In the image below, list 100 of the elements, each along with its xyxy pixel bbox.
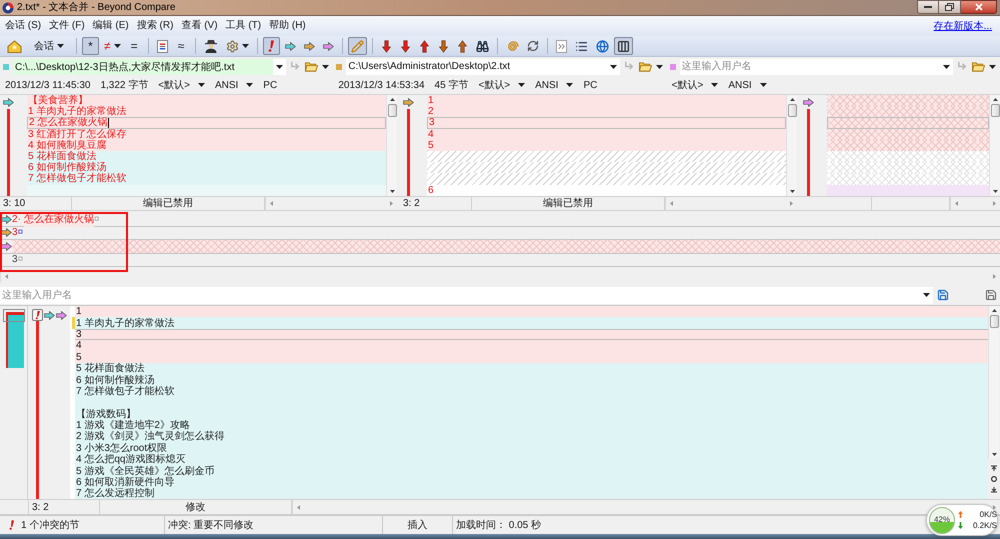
gear-icon[interactable] — [226, 40, 239, 52]
overview-map[interactable] — [3, 309, 25, 369]
caret-down-icon[interactable] — [566, 83, 574, 87]
caret-down-icon[interactable] — [198, 83, 205, 87]
toolbar-button[interactable]: 会话 — [27, 37, 71, 55]
vertical-scrollbar[interactable] — [786, 95, 797, 196]
format-dropdown[interactable]: <默认> — [158, 78, 205, 92]
line-number: 3 — [12, 253, 18, 268]
menu-item[interactable]: 会话 (S) — [3, 20, 44, 32]
toolbar-button[interactable]: = — [126, 37, 143, 55]
menu-item[interactable]: 帮助 (H) — [267, 20, 308, 32]
line-text: 7 怎么发远程控制 — [76, 488, 154, 499]
line-text: 4 怎么把qq游戏图标熄灭 — [76, 454, 186, 466]
scroll-down-icon[interactable] — [992, 453, 996, 456]
house-icon[interactable] — [7, 40, 22, 52]
menu-item[interactable]: 工具 (T) — [224, 20, 264, 32]
caret-down-icon[interactable] — [242, 44, 249, 48]
menu-item[interactable]: 查看 (V) — [179, 20, 220, 32]
scroll-thumb[interactable] — [388, 104, 396, 117]
arrow-right-icon — [56, 310, 67, 320]
list-icon[interactable] — [574, 40, 588, 52]
circle-icon[interactable] — [991, 476, 997, 482]
dropdown-button[interactable] — [273, 58, 286, 74]
scroll-up-icon[interactable] — [992, 309, 996, 312]
scroll-thumb[interactable] — [990, 104, 1000, 117]
scroll-thumb[interactable] — [990, 315, 998, 328]
close-icon[interactable] — [974, 3, 982, 11]
double-chevron-icon[interactable] — [556, 40, 567, 52]
dropdown-button[interactable] — [940, 58, 953, 74]
output-path-field[interactable]: 这里输入用户名 — [0, 286, 920, 304]
globe-icon[interactable] — [596, 40, 609, 52]
caret-down-icon[interactable] — [711, 83, 718, 87]
path-field[interactable]: 这里输入用户名 — [680, 58, 940, 74]
file-size: 1,322 字节 — [100, 78, 148, 92]
nav-up-icon[interactable] — [991, 465, 997, 471]
folder-icon[interactable] — [972, 61, 985, 72]
columns-icon[interactable] — [616, 40, 630, 52]
scroll-right-icon[interactable] — [993, 504, 996, 510]
caret-down-icon[interactable] — [322, 64, 330, 68]
caret-down-icon[interactable] — [276, 64, 284, 68]
binoculars-icon[interactable] — [476, 40, 489, 52]
scroll-down-icon[interactable] — [992, 190, 998, 193]
format-dropdown[interactable]: <默认> — [672, 78, 718, 92]
restore-button[interactable] — [939, 0, 961, 14]
minimize-button[interactable] — [917, 0, 939, 14]
caret-down-icon[interactable] — [989, 64, 996, 68]
path-field[interactable]: C:\Users\Administrator\Desktop\2.txt — [346, 58, 607, 74]
encoding-dropdown[interactable]: ANSI — [728, 78, 767, 92]
scroll-up-icon[interactable] — [992, 98, 998, 101]
network-monitor-widget[interactable]: 42% 0K/S 0.2K/S — [926, 504, 998, 536]
menu-item[interactable]: 搜索 (R) — [134, 20, 176, 32]
menu-item[interactable]: 编辑 (E) — [90, 20, 131, 32]
arrow-right-icon — [44, 310, 55, 320]
scroll-down-icon[interactable] — [790, 190, 794, 193]
vertical-scrollbar[interactable] — [988, 306, 999, 459]
arrow-right-icon[interactable] — [304, 42, 315, 50]
caret-down-icon[interactable] — [518, 83, 526, 87]
split-lines-icon[interactable] — [156, 40, 168, 52]
toolbar-button[interactable]: ≈ — [172, 37, 190, 55]
dropdown-button[interactable] — [920, 286, 933, 304]
app-logo-icon — [2, 2, 14, 14]
sync-icon[interactable] — [526, 40, 539, 52]
arrow-right-icon[interactable] — [322, 42, 334, 50]
path-field[interactable]: C:\...\Desktop\12-3日热点,大家尽情发挥才能吧.txt — [13, 58, 274, 74]
caret-down-icon[interactable] — [923, 293, 930, 297]
close-button[interactable] — [961, 0, 997, 14]
save-icon[interactable] — [937, 289, 949, 301]
arrow-up-icon[interactable] — [420, 40, 429, 52]
encoding-dropdown[interactable]: ANSI — [214, 78, 254, 92]
arrow-down-icon[interactable] — [382, 40, 391, 52]
toolbar-button[interactable]: ≠ — [101, 37, 124, 55]
toolbar-button[interactable]: * — [82, 37, 99, 55]
arrow-down-icon[interactable] — [400, 40, 410, 52]
update-link[interactable]: 存在新版本... — [934, 18, 992, 34]
toolbar-button[interactable] — [614, 37, 633, 55]
format-dropdown[interactable]: <默认> — [478, 78, 526, 92]
menu-item[interactable]: 文件 (F) — [47, 20, 87, 32]
nav-down-icon[interactable] — [991, 487, 997, 493]
caret-down-icon[interactable] — [246, 83, 254, 87]
person-icon[interactable] — [204, 39, 218, 53]
scroll-thumb[interactable] — [788, 104, 796, 117]
caret-down-icon[interactable] — [656, 64, 663, 68]
dropdown-button[interactable] — [606, 58, 620, 74]
caret-down-icon[interactable] — [610, 64, 617, 68]
restore-icon[interactable] — [945, 3, 954, 11]
caret-down-icon[interactable] — [57, 44, 64, 48]
arrow-down-icon[interactable] — [438, 40, 448, 52]
line-text: 4 — [76, 340, 82, 352]
scroll-down-icon[interactable] — [390, 190, 394, 193]
scroll-up-icon[interactable] — [790, 98, 794, 101]
vertical-scrollbar[interactable] — [386, 95, 397, 196]
exclamation-icon[interactable] — [268, 40, 274, 52]
caret-down-icon[interactable] — [760, 83, 767, 87]
arrow-up-icon[interactable] — [458, 40, 467, 52]
encoding-dropdown[interactable]: ANSI — [535, 78, 574, 92]
vertical-scrollbar[interactable] — [989, 95, 1000, 196]
caret-down-icon[interactable] — [114, 44, 121, 48]
arrow-right-icon[interactable] — [284, 42, 296, 50]
caret-down-icon[interactable] — [943, 64, 950, 68]
scroll-up-icon[interactable] — [390, 98, 394, 101]
